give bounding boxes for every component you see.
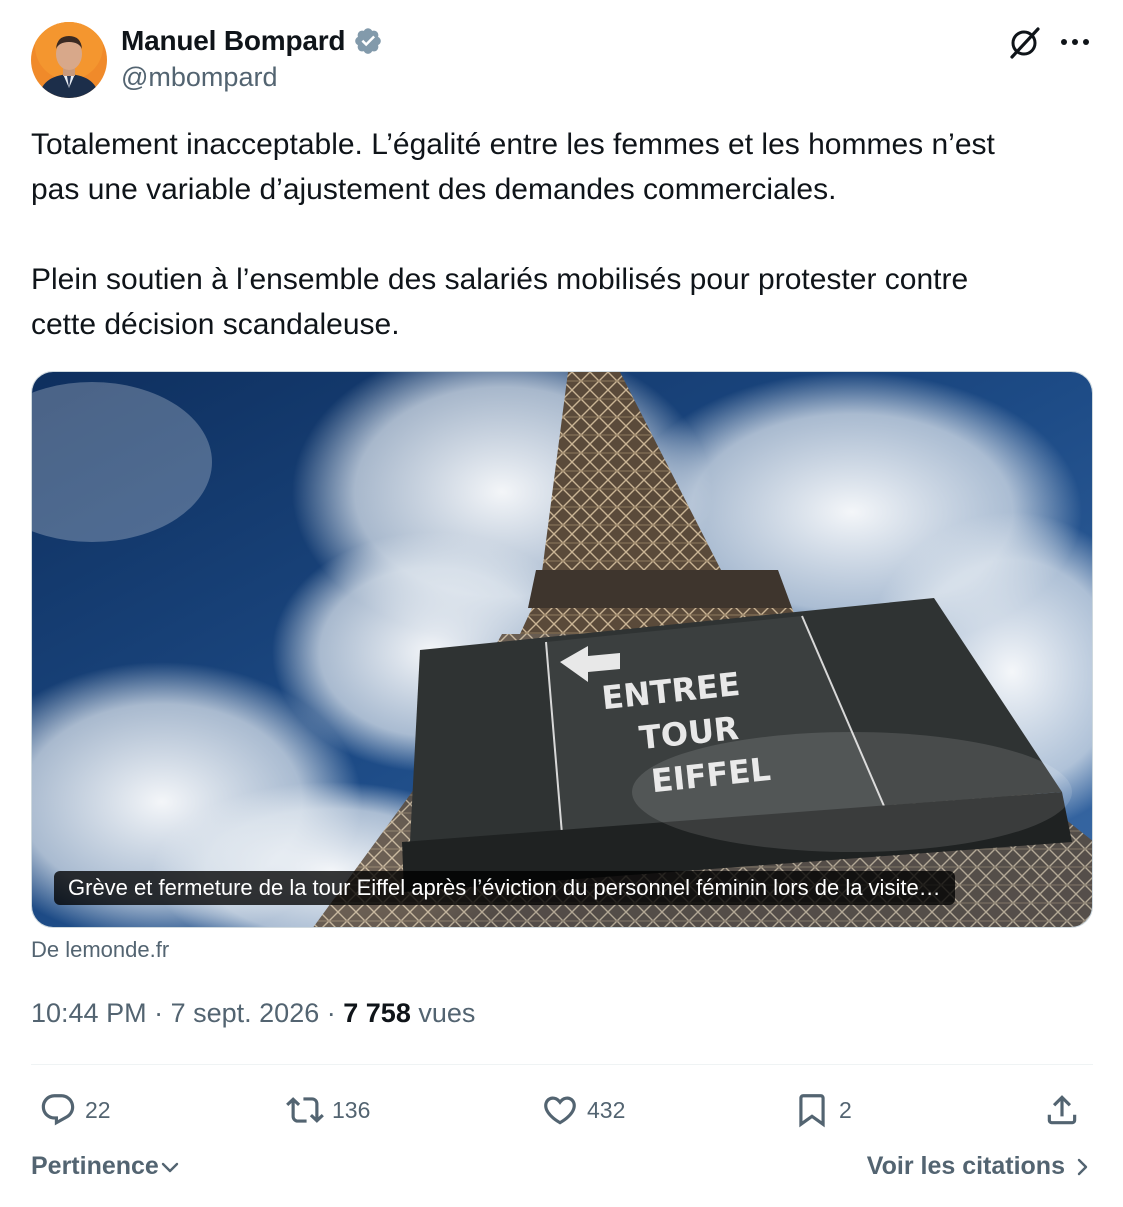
tweet-date[interactable]: 7 sept. 2026 (171, 998, 320, 1028)
more-options-icon[interactable] (1057, 24, 1093, 60)
bookmark-button[interactable]: 2 (793, 1085, 852, 1135)
view-quotes-label: Voir les citations (866, 1152, 1065, 1180)
display-name[interactable]: Manuel Bompard (121, 25, 346, 57)
bookmark-icon (799, 1094, 825, 1128)
tweet-meta: 10:44 PM · 7 sept. 2026 · 7 758 vues (31, 998, 475, 1029)
chevron-down-icon (161, 1162, 179, 1172)
grok-icon[interactable] (1007, 24, 1043, 60)
reply-count: 22 (85, 1096, 111, 1123)
verified-badge-icon (355, 28, 382, 54)
retweet-icon (286, 1097, 324, 1123)
sort-label: Pertinence (31, 1152, 159, 1180)
tweet-line: cette décision scandaleuse. (31, 308, 400, 341)
handle[interactable]: @mbompard (121, 62, 277, 93)
divider (31, 1064, 1093, 1065)
card-caption[interactable]: Grève et fermeture de la tour Eiffel apr… (54, 871, 955, 905)
tweet-line: Totalement inacceptable. L’égalité entre… (31, 128, 995, 161)
like-count: 432 (587, 1096, 626, 1123)
tweet-line: Plein soutien à l’ensemble des salariés … (31, 263, 969, 296)
tweet-time[interactable]: 10:44 PM (31, 998, 147, 1028)
share-icon (1047, 1095, 1077, 1125)
tweet-header: Manuel Bompard @mbompard (31, 22, 1093, 102)
retweet-count: 136 (332, 1096, 371, 1123)
card-image: ENTREE TOUR EIFFEL (32, 372, 1092, 927)
views-label: vues (418, 998, 476, 1028)
tweet-line: pas une variable d’ajustement des demand… (31, 173, 837, 206)
share-button[interactable] (1043, 1085, 1089, 1135)
link-card[interactable]: ENTREE TOUR EIFFEL Grève et fermeture de… (31, 371, 1093, 928)
view-quotes-link[interactable]: Voir les citations (867, 1152, 1093, 1181)
meta-separator: · (154, 998, 164, 1028)
chevron-right-icon (1077, 1158, 1088, 1175)
tweet-text: Totalement inacceptable. L’égalité entre… (31, 122, 1101, 347)
name-row: Manuel Bompard (121, 25, 383, 57)
action-bar: 22 136 432 2 (31, 1085, 1093, 1135)
like-button[interactable]: 432 (541, 1085, 625, 1135)
bookmark-count: 2 (839, 1096, 852, 1123)
sort-dropdown[interactable]: Pertinence (31, 1152, 181, 1181)
reply-icon (41, 1094, 75, 1126)
card-source[interactable]: De lemonde.fr (31, 937, 169, 963)
views-count: 7 758 (343, 998, 411, 1028)
meta-separator: · (326, 998, 336, 1028)
retweet-button[interactable]: 136 (286, 1085, 370, 1135)
heart-icon (544, 1096, 576, 1125)
reply-button[interactable]: 22 (39, 1085, 111, 1135)
avatar[interactable] (31, 22, 107, 98)
